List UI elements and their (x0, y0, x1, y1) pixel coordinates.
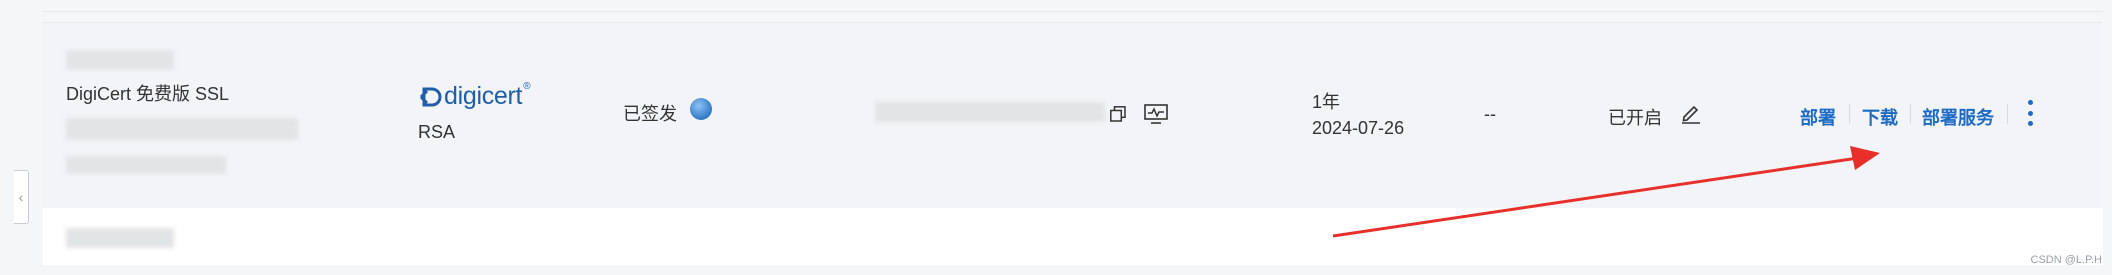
algorithm: RSA (418, 122, 456, 142)
edit-icon[interactable] (1680, 102, 1702, 124)
deploy-button[interactable]: 部署 (1800, 104, 1836, 130)
download-button[interactable]: 下载 (1862, 104, 1898, 130)
copy-icon[interactable] (1110, 106, 1126, 122)
status-text: 已签发 (623, 104, 677, 124)
monitor-icon[interactable] (1144, 104, 1168, 124)
validity-period: 1年 (1312, 92, 1341, 112)
digicert-logo: digicert ® (418, 81, 531, 111)
more-options-icon[interactable] (2026, 100, 2034, 126)
info-icon[interactable] (690, 98, 712, 120)
table-top-divider (43, 11, 2103, 12)
redacted-text (66, 228, 174, 248)
watermark: CSDN @L.P.H (2030, 254, 2102, 266)
expiry-date: 2024-07-26 (1312, 118, 1405, 138)
extra-value: -- (1484, 104, 1496, 124)
action-divider (1849, 104, 1850, 124)
action-divider (1910, 104, 1911, 124)
redacted-text (66, 156, 226, 174)
digicert-mark-icon (419, 87, 442, 106)
deploy-service-button[interactable]: 部署服务 (1922, 104, 1994, 130)
brand-text: digicert (444, 82, 523, 110)
redacted-text (66, 118, 298, 140)
redacted-text (66, 50, 174, 70)
table-row-next (43, 208, 2103, 265)
action-divider (2007, 104, 2008, 124)
auto-renew-status: 已开启 (1608, 108, 1662, 128)
cert-name: DigiCert 免费版 SSL (66, 84, 230, 104)
chevron-left-icon: ‹ (18, 189, 24, 205)
collapse-handle[interactable]: ‹ (14, 170, 29, 224)
redacted-domain (875, 102, 1105, 122)
